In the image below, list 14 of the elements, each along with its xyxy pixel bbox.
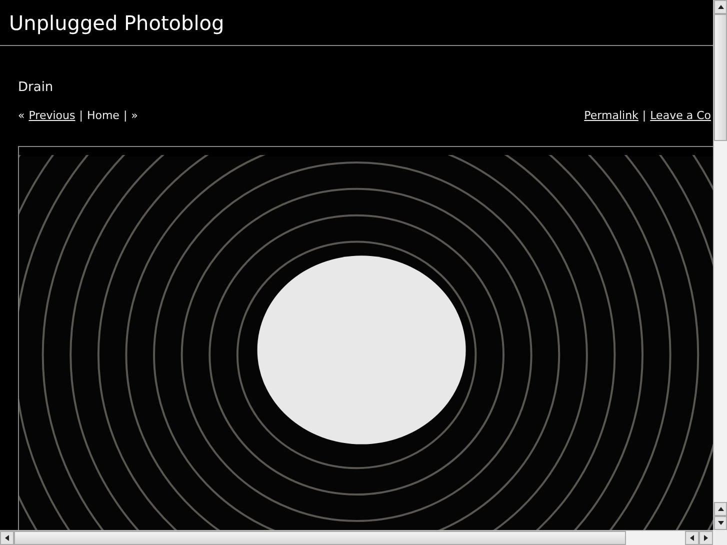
- separator-text: |: [642, 109, 646, 122]
- nav-link[interactable]: Previous: [28, 109, 76, 122]
- scrollbar-corner: [713, 530, 727, 545]
- site-title: Unplugged Photoblog: [9, 10, 224, 34]
- nav-text: «: [18, 109, 25, 122]
- nav-link[interactable]: Permalink: [584, 109, 638, 122]
- horizontal-scrollbar[interactable]: [0, 530, 713, 545]
- nav-text: »: [131, 109, 138, 122]
- nav-link[interactable]: Leave a Co: [650, 109, 711, 122]
- vertical-scrollbar[interactable]: [713, 0, 727, 530]
- nav-text: Home: [86, 109, 120, 122]
- separator-text: |: [123, 109, 128, 122]
- separator-text: |: [79, 109, 83, 122]
- post-title: Drain: [18, 80, 54, 95]
